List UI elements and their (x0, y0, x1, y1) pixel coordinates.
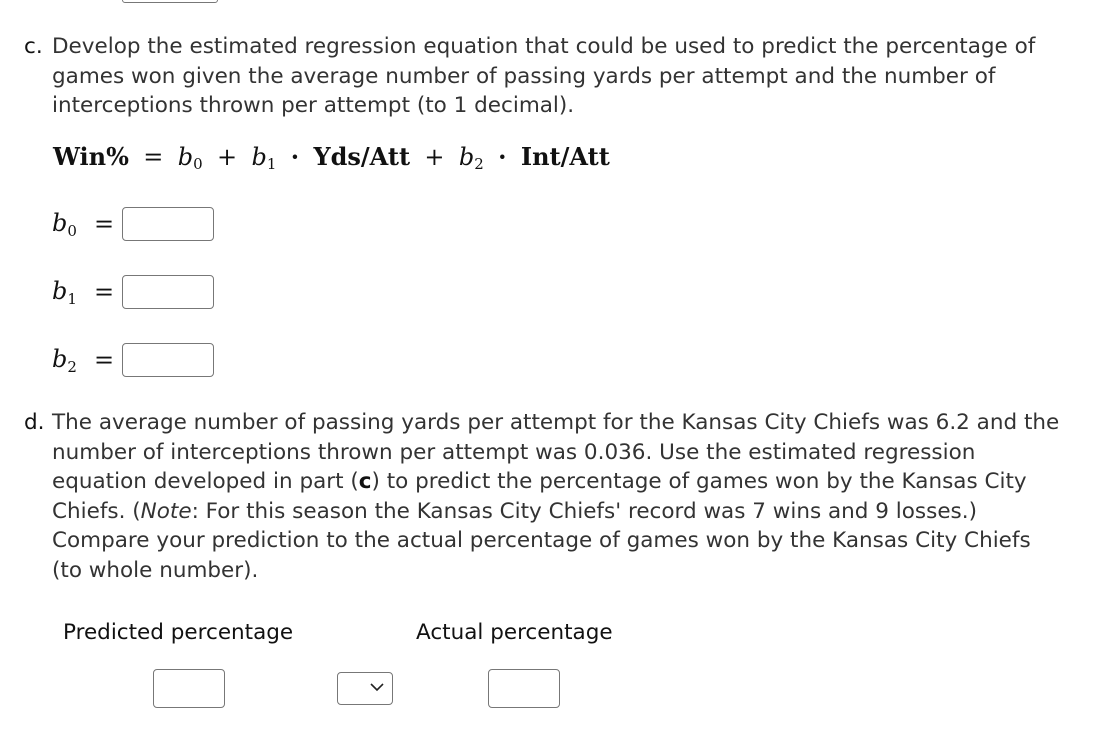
b2-label: b2 (52, 344, 77, 376)
note-word: Note (140, 498, 192, 524)
b0-label: b0 (52, 208, 77, 240)
part-d-label: d. (24, 410, 45, 435)
equation-equals: = (143, 143, 164, 171)
equation-b0-sub: 0 (193, 155, 203, 173)
regression-equation: Win% = b0 + b1 · Yds/Att + b2 · Int/Att (53, 142, 610, 173)
equals-sign: = (93, 278, 115, 306)
equation-dot: · (290, 142, 300, 171)
equation-dot: · (498, 142, 507, 171)
actual-percentage-label: Actual percentage (416, 620, 613, 645)
equation-b1-sub: 1 (266, 155, 277, 173)
part-c-text: Develop the estimated regression equatio… (52, 34, 1036, 119)
predicted-percentage-input[interactable] (153, 669, 225, 708)
previous-answer-input[interactable] (122, 0, 218, 3)
equation-b2-sub: 2 (474, 155, 484, 173)
b2-input[interactable] (122, 343, 214, 377)
b0-input[interactable] (122, 207, 214, 241)
actual-percentage-input[interactable] (488, 669, 560, 708)
predicted-percentage-label: Predicted percentage (63, 620, 294, 645)
equation-yds-att: Yds/Att (313, 142, 411, 171)
part-d-question: d. The average number of passing yards p… (24, 408, 1064, 586)
b2-row: b2 = (52, 340, 214, 380)
equation-plus: + (217, 143, 238, 171)
b0-row: b0 = (52, 204, 214, 244)
b1-label: b1 (52, 276, 77, 308)
equation-b0: b (177, 143, 194, 171)
b1-input[interactable] (122, 275, 214, 309)
equation-int-att: Int/Att (520, 142, 610, 171)
chevron-down-icon (370, 683, 384, 692)
part-c-question: c. Develop the estimated regression equa… (24, 32, 1064, 121)
equation-b2: b (458, 143, 475, 171)
part-c-reference: c (358, 469, 372, 495)
equation-b1: b (251, 143, 267, 171)
part-c-label: c. (24, 34, 43, 59)
part-d-text: The average number of passing yards per … (52, 410, 1060, 583)
comparison-select[interactable] (337, 672, 393, 705)
b1-row: b1 = (52, 272, 214, 312)
equation-plus: + (424, 143, 445, 171)
equals-sign: = (93, 210, 115, 238)
equals-sign: = (93, 346, 115, 374)
equation-lhs: Win% (53, 142, 129, 171)
